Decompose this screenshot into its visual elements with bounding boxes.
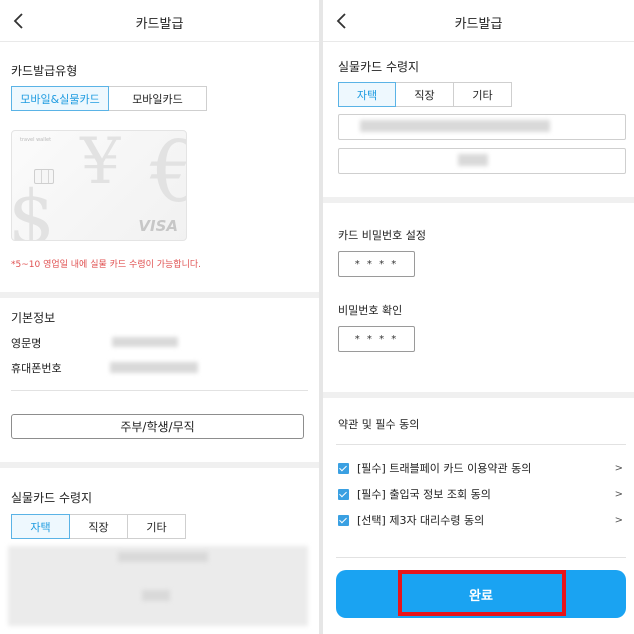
terms-item-label: [선택] 제3자 대리수령 동의 [357,514,485,527]
basic-info-label: 기본정보 [11,311,56,325]
visa-logo: VISA [138,217,178,235]
terms-label: 약관 및 필수 동의 [338,418,420,431]
section-divider [0,292,319,298]
card-image: travel wallet ¥ € $ VISA [11,130,187,241]
pin-input[interactable]: * * * * [338,251,415,277]
address-value [360,120,550,132]
phone-label: 휴대폰번호 [11,362,62,375]
pin-confirm-input[interactable]: * * * * [338,326,415,352]
euro-symbol-icon: € [150,131,186,221]
phone-value [110,362,198,373]
option-other[interactable]: 기타 [453,82,512,107]
terms-item-card-terms[interactable]: [필수] 트래블페이 카드 이용약관 동의 > [338,460,623,476]
delivery-address-selector: 자택 직장 기타 [11,514,186,539]
option-mobile-physical-card[interactable]: 모바일&실물카드 [11,86,109,111]
option-work[interactable]: 직장 [69,514,128,539]
option-other[interactable]: 기타 [127,514,186,539]
checkbox-checked-icon[interactable] [338,462,349,474]
delivery-notice: *5~10 영업일 내에 실물 카드 수령이 가능합니다. [11,260,202,270]
terms-item-label: [필수] 출입국 정보 조회 동의 [357,488,491,501]
terms-item-immigration-info[interactable]: [필수] 출입국 정보 조회 동의 > [338,486,623,502]
header: 카드발급 [323,0,634,42]
checkbox-checked-icon[interactable] [338,514,349,526]
pin-label: 카드 비밀번호 설정 [338,229,426,242]
card-type-label: 카드발급유형 [11,64,78,78]
divider [11,390,308,391]
option-mobile-card[interactable]: 모바일카드 [108,86,207,111]
english-name-label: 영문명 [11,337,42,350]
address-value [118,552,208,562]
section-divider [323,392,634,398]
chevron-right-icon[interactable]: > [613,463,623,474]
delivery-address-selector: 자택 직장 기타 [338,82,512,107]
chevron-right-icon[interactable]: > [613,515,623,526]
header: 카드발급 [0,0,319,42]
section-divider [323,197,634,203]
dollar-symbol-icon: $ [11,175,56,241]
page-title: 카드발급 [454,17,503,32]
pin-confirm-label: 비밀번호 확인 [338,304,403,317]
address-detail-value [142,590,170,601]
card-brand-text: travel wallet [20,137,52,143]
divider [336,444,626,445]
option-home[interactable]: 자택 [11,514,70,539]
occupation-button[interactable]: 주부/학생/무직 [11,414,304,439]
checkbox-checked-icon[interactable] [338,488,349,500]
left-screen: 카드발급 카드발급유형 모바일&실물카드 모바일카드 travel wallet… [0,0,319,634]
section-divider [0,462,319,468]
card-type-selector: 모바일&실물카드 모바일카드 [11,86,207,111]
page-title: 카드발급 [135,17,184,32]
option-home[interactable]: 자택 [338,82,396,107]
delivery-address-label: 실물카드 수령지 [338,60,420,74]
card-chip-icon [34,169,54,184]
yen-symbol-icon: ¥ [80,130,121,199]
address-detail-value [458,154,488,166]
english-name-value [112,337,178,347]
chevron-right-icon[interactable]: > [613,489,623,500]
delivery-address-label: 실물카드 수령지 [11,491,93,505]
option-work[interactable]: 직장 [395,82,454,107]
terms-item-label: [필수] 트래블페이 카드 이용약관 동의 [357,462,532,475]
terms-item-proxy-pickup[interactable]: [선택] 제3자 대리수령 동의 > [338,512,623,528]
complete-button[interactable]: 완료 [336,570,626,618]
divider [336,557,626,558]
